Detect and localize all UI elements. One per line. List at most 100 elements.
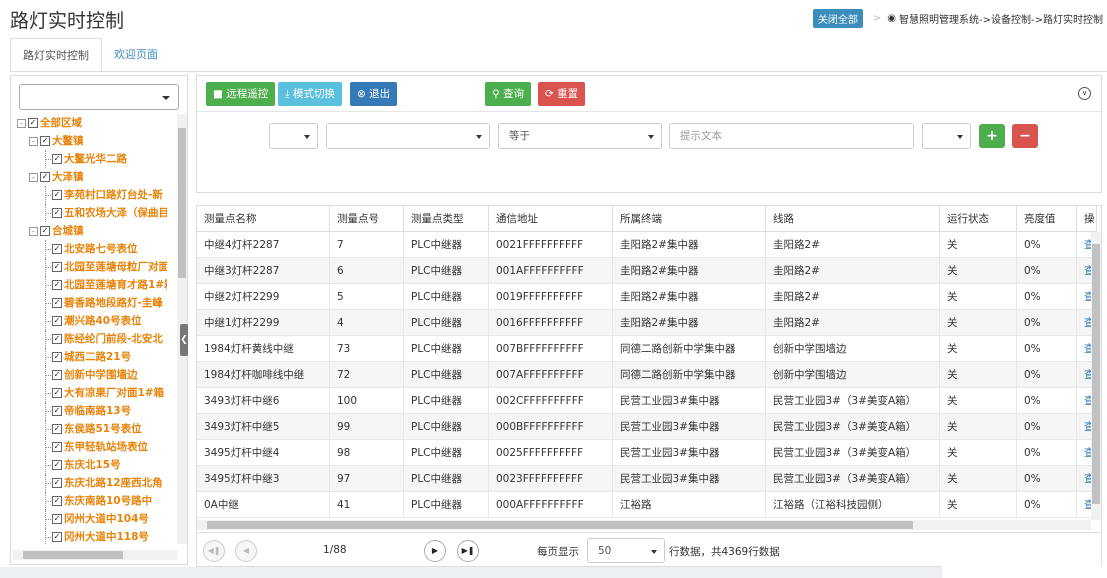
filter-value-select[interactable] [326, 123, 490, 149]
filter-operator-select[interactable]: 等于 [498, 123, 662, 149]
tree-node-checkbox[interactable]: ✓ [52, 424, 62, 434]
tree-node[interactable]: ✓ 李苑村口路灯台处-新 [17, 186, 167, 204]
tree-node[interactable]: - ✓ 大鳌镇 [17, 132, 167, 150]
tree-node[interactable]: ✓ 东庆南路10号路中 [17, 492, 167, 510]
tree-node-checkbox[interactable]: ✓ [52, 370, 62, 380]
close-all-button[interactable]: 关闭全部 [812, 9, 863, 28]
tree-node[interactable]: ✓ 五和农场大泽（保曲目 [17, 204, 167, 222]
table-row[interactable]: 0A中继 41 PLC中继器 000AFFFFFFFFFF 江裕路 江裕路（江裕科技园侧）… [197, 492, 1097, 518]
tree-node-checkbox[interactable]: ✓ [52, 280, 62, 290]
tree-node[interactable]: ✓ 城西二路21号 [17, 348, 167, 366]
tree-node[interactable]: ✓ 冈州大道中118号 [17, 528, 167, 544]
table-row[interactable]: 3495灯杆中继3 97 PLC中继器 0023FFFFFFFFFF 民营工业园3#集中… [197, 466, 1097, 492]
tree-node[interactable]: ✓ 大有凉果厂对面1#箱 [17, 384, 167, 402]
mode-switch-button[interactable]: ⤓ 模式切换 [278, 82, 342, 106]
table-row[interactable]: 3493灯杆中继6 100 PLC中继器 002CFFFFFFFFFF 民营工业园3#集… [197, 388, 1097, 414]
first-page-button[interactable]: ◀❚ [203, 540, 225, 562]
tree-node-checkbox[interactable]: ✓ [40, 172, 50, 182]
grid-vertical-scroll-thumb[interactable] [1092, 244, 1100, 504]
tree-collapse-toggle[interactable]: - [17, 118, 26, 128]
tree-collapse-toggle[interactable]: - [29, 226, 38, 236]
filter-text-input[interactable] [669, 123, 914, 149]
last-page-button[interactable]: ▶❚ [457, 540, 479, 562]
filter-field-select[interactable] [269, 123, 318, 149]
tree-horizontal-scroll-thumb[interactable] [23, 551, 123, 559]
tree-collapse-toggle[interactable]: - [29, 172, 38, 182]
grid-horizontal-scrollbar[interactable] [197, 520, 1091, 530]
column-header[interactable]: 亮度值 [1017, 206, 1077, 232]
tree-node-checkbox[interactable]: ✓ [52, 496, 62, 506]
column-header[interactable]: 线路 [766, 206, 940, 232]
tree-node[interactable]: ✓ 北安路七号表位 [17, 240, 167, 258]
tree-node[interactable]: ✓ 大鳌光华二路 [17, 150, 167, 168]
tree-node-checkbox[interactable]: ✓ [52, 334, 62, 344]
tree-node-checkbox[interactable]: ✓ [40, 136, 50, 146]
tree-node-checkbox[interactable]: ✓ [52, 514, 62, 524]
tree-node-checkbox[interactable]: ✓ [52, 406, 62, 416]
tree-node[interactable]: - ✓ 大泽镇 [17, 168, 167, 186]
exit-button[interactable]: ⊗ 退出 [350, 82, 398, 106]
tree-node-checkbox[interactable]: ✓ [52, 190, 62, 200]
table-row[interactable]: 中继2灯杆2299 5 PLC中继器 0019FFFFFFFFFF 圭阳路2#集中器 圭阳… [197, 284, 1097, 310]
expand-panel-icon[interactable]: ∨ [1078, 87, 1091, 100]
column-header[interactable]: 所属终端 [613, 206, 766, 232]
collapse-sidebar-handle[interactable]: ❮ [180, 324, 188, 356]
tree-node[interactable]: ✓ 北园至莲塘母粒厂对面 [17, 258, 167, 276]
tree-node-checkbox[interactable]: ✓ [52, 478, 62, 488]
tree-collapse-toggle[interactable]: - [29, 136, 38, 146]
tree-node-checkbox[interactable]: ✓ [52, 262, 62, 272]
tree-node-checkbox[interactable]: ✓ [52, 388, 62, 398]
tree-node[interactable]: ✓ 北园至莲塘育才路1#箱 [17, 276, 167, 294]
tree-node[interactable]: ✓ 潮兴路40号表位 [17, 312, 167, 330]
tree-node-checkbox[interactable]: ✓ [52, 154, 62, 164]
tab-welcome[interactable]: 欢迎页面 [102, 38, 170, 72]
tree-horizontal-scrollbar[interactable] [13, 550, 177, 560]
tab-streetlight-control[interactable]: 路灯实时控制 [10, 38, 102, 72]
area-select[interactable] [19, 84, 179, 110]
tree-node[interactable]: - ✓ 合城镇 [17, 222, 167, 240]
remote-control-button[interactable]: ■ 远程遥控 [206, 82, 276, 106]
tree-node[interactable]: ✓ 帝临南路13号 [17, 402, 167, 420]
query-button[interactable]: ⚲ 查询 [485, 82, 532, 106]
table-row[interactable]: 中继4灯杆2287 7 PLC中继器 0021FFFFFFFFFF 圭阳路2#集中器 圭阳… [197, 232, 1097, 258]
tree-node-checkbox[interactable]: ✓ [52, 244, 62, 254]
remove-condition-button[interactable]: − [1012, 124, 1038, 148]
tree-node-checkbox[interactable]: ✓ [52, 442, 62, 452]
tree-node[interactable]: ✓ 东甲轻轨站场表位 [17, 438, 167, 456]
tree-node-checkbox[interactable]: ✓ [52, 532, 62, 542]
tree-node-checkbox[interactable]: ✓ [52, 298, 62, 308]
tree-node-checkbox[interactable]: ✓ [52, 352, 62, 362]
column-header[interactable]: 操 [1077, 206, 1097, 232]
tree-node[interactable]: ✓ 陈经纶门前段-北安北 [17, 330, 167, 348]
reset-button[interactable]: ⟳ 重置 [538, 82, 586, 106]
previous-page-button[interactable]: ◀ [235, 540, 257, 562]
grid-horizontal-scroll-thumb[interactable] [207, 521, 913, 529]
tree-vertical-scroll-thumb[interactable] [178, 128, 186, 278]
table-row[interactable]: 中继3灯杆2287 6 PLC中继器 001AFFFFFFFFFF 圭阳路2#集中器 圭阳… [197, 258, 1097, 284]
tree-node[interactable]: ✓ 东庆北路12座西北角 [17, 474, 167, 492]
tree-node[interactable]: ✓ 东庆北15号 [17, 456, 167, 474]
column-header[interactable]: 通信地址 [489, 206, 613, 232]
table-row[interactable]: 中继1灯杆2299 4 PLC中继器 0016FFFFFFFFFF 圭阳路2#集中器 圭阳… [197, 310, 1097, 336]
table-row[interactable]: 1984灯杆黄线中继 73 PLC中继器 007BFFFFFFFFFF 同德二路创新中学… [197, 336, 1097, 362]
tree-node-checkbox[interactable]: ✓ [52, 316, 62, 326]
table-row[interactable]: 3493灯杆中继5 99 PLC中继器 000BFFFFFFFFFF 民营工业园3#集中… [197, 414, 1097, 440]
tree-node-checkbox[interactable]: ✓ [52, 208, 62, 218]
column-header[interactable]: 测量点类型 [404, 206, 489, 232]
column-header[interactable]: 运行状态 [940, 206, 1017, 232]
tree-node[interactable]: ✓ 冈州大道中104号 [17, 510, 167, 528]
tree-node-checkbox[interactable]: ✓ [28, 118, 38, 128]
table-row[interactable]: 1984灯杆咖啡线中继 72 PLC中继器 007AFFFFFFFFFF 同德二路创新中… [197, 362, 1097, 388]
tree-node-checkbox[interactable]: ✓ [40, 226, 50, 236]
tree-node[interactable]: ✓ 创新中学围墙边 [17, 366, 167, 384]
tree-node[interactable]: ✓ 东侯路51号表位 [17, 420, 167, 438]
tree-node[interactable]: ✓ 碧香路地段路灯-圭峰 [17, 294, 167, 312]
grid-vertical-scrollbar[interactable] [1091, 232, 1101, 520]
table-row[interactable]: 3495灯杆中继4 98 PLC中继器 0025FFFFFFFFFF 民营工业园3#集中… [197, 440, 1097, 466]
add-condition-button[interactable]: + [979, 124, 1005, 148]
tree-node[interactable]: - ✓ 全部区域 [17, 114, 167, 132]
filter-logic-select[interactable] [922, 123, 971, 149]
column-header[interactable]: 测量点名称 [197, 206, 330, 232]
tree-node-checkbox[interactable]: ✓ [52, 460, 62, 470]
column-header[interactable]: 测量点号 [330, 206, 404, 232]
